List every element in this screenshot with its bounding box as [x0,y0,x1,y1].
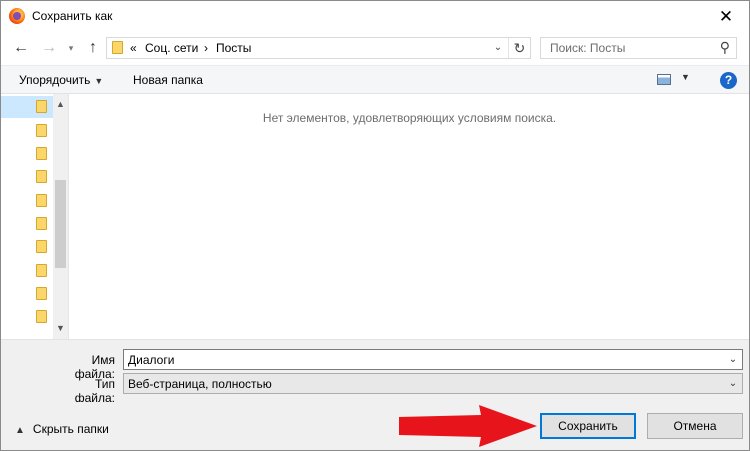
annotation-arrow-icon [399,405,537,447]
folder-icon[interactable] [36,264,47,277]
hide-folders-label: Скрыть папки [32,422,109,436]
search-icon[interactable]: ⚲ [720,39,730,56]
folder-icon[interactable] [36,310,47,323]
folder-icon[interactable] [36,124,47,137]
organize-label: Упорядочить [19,73,91,87]
dialog-footer: ▲ Скрыть папки Сохранить Отмена [1,402,749,450]
caret-down-icon: ▼ [94,76,104,86]
help-icon[interactable]: ? [720,72,737,89]
view-options-icon[interactable] [657,74,671,85]
back-arrow-icon[interactable]: ← [11,38,31,58]
up-arrow-icon[interactable]: ↑ [83,38,103,58]
navigation-pane: ▲ ▼ [1,94,69,339]
recent-locations-icon[interactable]: ▾ [65,38,77,58]
address-bar[interactable]: « Соц. сети › Посты ⌄ ↻ [106,37,531,59]
title-bar: Сохранить как ✕ [1,1,749,32]
filename-value: Диалоги [128,353,175,367]
save-button[interactable]: Сохранить [540,413,636,439]
scroll-thumb[interactable] [55,180,66,268]
hide-folders-toggle[interactable]: ▲ Скрыть папки [15,422,109,436]
empty-results-message: Нет элементов, удовлетворяющих условиям … [262,111,557,125]
folder-icon[interactable] [36,240,47,253]
forward-arrow-icon[interactable]: → [39,38,59,58]
chevron-down-icon[interactable]: ⌄ [490,38,506,58]
scroll-up-icon[interactable]: ▲ [53,96,68,113]
folder-icon [112,41,123,54]
chevron-down-icon[interactable]: ⌄ [726,374,740,393]
filetype-select[interactable]: Веб-страница, полностью ⌄ [123,373,743,394]
file-details-form: Имя файла: Диалоги ⌄ Тип файла: Веб-стра… [1,339,749,405]
folder-icon[interactable] [36,170,47,183]
close-button[interactable]: ✕ [703,1,749,32]
breadcrumb-overflow[interactable]: « [130,41,137,55]
file-list-pane[interactable]: Нет элементов, удовлетворяющих условиям … [70,94,749,339]
scroll-down-icon[interactable]: ▼ [53,320,68,337]
folder-icon[interactable] [36,100,47,113]
new-folder-button[interactable]: Новая папка [133,73,203,87]
folder-icon[interactable] [36,217,47,230]
breadcrumb-item-soc-seti[interactable]: Соц. сети [145,41,198,55]
navigation-bar: ← → ▾ ↑ « Соц. сети › Посты ⌄ ↻ Поиск: П… [1,32,749,65]
refresh-icon[interactable]: ↻ [508,38,530,58]
breadcrumb-item-posty[interactable]: Посты [216,41,251,55]
window-title: Сохранить как [32,9,113,23]
search-input[interactable]: Поиск: Посты ⚲ [540,37,737,59]
filetype-value: Веб-страница, полностью [128,377,272,391]
organize-button[interactable]: Упорядочить ▼ [19,73,103,87]
breadcrumb-separator[interactable]: › [204,41,208,55]
command-toolbar: Упорядочить ▼ Новая папка ▼ ? [1,65,749,94]
chevron-up-icon: ▲ [15,425,25,436]
cancel-button[interactable]: Отмена [647,413,743,439]
filename-field[interactable]: Диалоги ⌄ [123,349,743,370]
chevron-down-icon[interactable]: ⌄ [726,350,740,369]
search-placeholder: Поиск: Посты [550,41,626,55]
save-as-dialog: Сохранить как ✕ ← → ▾ ↑ « Соц. сети › По… [0,0,750,451]
filetype-label: Тип файла: [74,377,115,405]
vertical-scrollbar[interactable]: ▲ ▼ [53,94,68,339]
folder-icon[interactable] [36,287,47,300]
folder-icon[interactable] [36,147,47,160]
folder-icon[interactable] [36,194,47,207]
firefox-icon [9,8,25,24]
caret-down-icon[interactable]: ▼ [681,72,690,82]
